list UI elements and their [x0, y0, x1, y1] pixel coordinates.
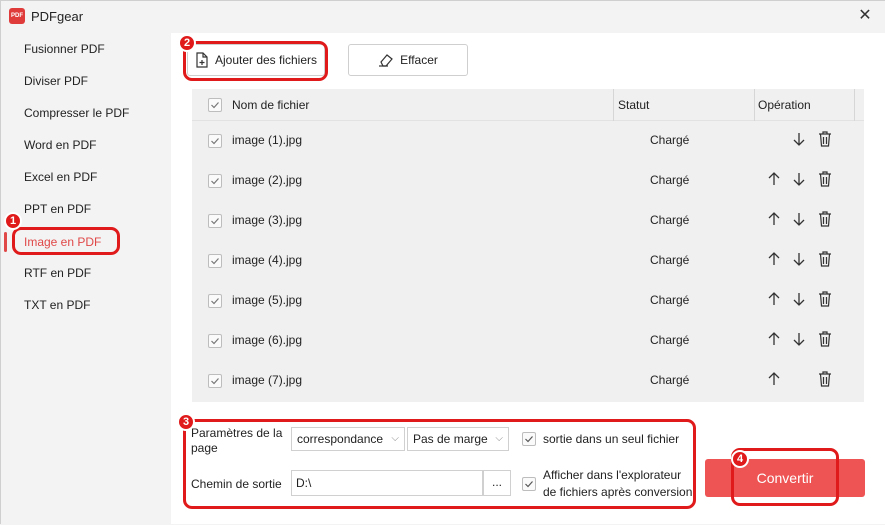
add-files-label: Ajouter des fichiers — [214, 53, 318, 67]
file-table: Nom de fichier Statut Opération image (1… — [192, 89, 864, 402]
move-down-icon[interactable] — [792, 171, 810, 189]
file-status: Chargé — [650, 213, 690, 227]
table-scrollbar[interactable] — [854, 121, 864, 402]
clear-label: Effacer — [400, 53, 438, 67]
column-divider[interactable] — [613, 89, 614, 121]
move-up-icon[interactable] — [767, 171, 785, 189]
app-title: PDFgear — [31, 9, 84, 24]
sidebar-item-txt-to-pdf[interactable]: TXT en PDF — [24, 294, 90, 316]
sidebar-item-image-to-pdf[interactable]: Image en PDF — [24, 231, 101, 253]
active-indicator — [4, 232, 7, 252]
table-header: Nom de fichier Statut Opération — [192, 89, 864, 121]
table-row[interactable]: image (7).jpg Chargé — [192, 361, 854, 401]
select-all-checkbox[interactable] — [208, 98, 222, 112]
trash-icon[interactable] — [818, 131, 836, 149]
page-fit-value: correspondance — [297, 432, 384, 446]
browse-button[interactable]: ... — [483, 470, 511, 496]
row-checkbox[interactable] — [208, 254, 222, 268]
table-row[interactable]: image (5).jpg Chargé — [192, 281, 854, 321]
table-row[interactable]: image (3).jpg Chargé — [192, 201, 854, 241]
file-status: Chargé — [650, 333, 690, 347]
add-file-icon — [196, 52, 208, 68]
sidebar-item-ppt-to-pdf[interactable]: PPT en PDF — [24, 198, 91, 220]
file-name: image (4).jpg — [232, 253, 303, 267]
trash-icon[interactable] — [818, 371, 836, 389]
column-operation[interactable]: Opération — [758, 89, 811, 121]
sidebar: Fusionner PDF Diviser PDF Compresser le … — [1, 33, 171, 525]
clear-button[interactable]: Effacer — [348, 44, 468, 76]
trash-icon[interactable] — [818, 211, 836, 229]
column-divider — [854, 89, 855, 121]
file-status: Chargé — [650, 133, 690, 147]
add-files-button[interactable]: Ajouter des fichiers — [187, 44, 325, 76]
sidebar-item-split[interactable]: Diviser PDF — [24, 70, 88, 92]
move-down-icon[interactable] — [792, 291, 810, 309]
table-row[interactable]: image (1).jpg Chargé — [192, 121, 854, 161]
single-file-checkbox[interactable] — [522, 432, 536, 446]
trash-icon[interactable] — [818, 291, 836, 309]
file-name: image (3).jpg — [232, 213, 303, 227]
move-down-icon[interactable] — [792, 131, 810, 149]
move-down-icon[interactable] — [792, 251, 810, 269]
step-badge: 3 — [177, 413, 195, 431]
trash-icon[interactable] — [818, 251, 836, 269]
chevron-down-icon: ⌵ — [391, 433, 399, 444]
close-icon[interactable]: ✕ — [856, 7, 874, 25]
file-name: image (1).jpg — [232, 133, 303, 147]
move-down-icon[interactable] — [792, 211, 810, 229]
open-explorer-label: Afficher dans l'explorateur de fichiers … — [543, 468, 693, 499]
margin-value: Pas de marge — [413, 432, 488, 446]
chevron-down-icon: ⌵ — [495, 433, 503, 444]
page-settings-label: Paramètres de la page — [191, 426, 283, 455]
file-status: Chargé — [650, 173, 690, 187]
sidebar-item-compress[interactable]: Compresser le PDF — [24, 102, 129, 124]
sidebar-item-merge[interactable]: Fusionner PDF — [24, 38, 105, 60]
row-checkbox[interactable] — [208, 134, 222, 148]
sidebar-item-rtf-to-pdf[interactable]: RTF en PDF — [24, 262, 91, 284]
move-up-icon[interactable] — [767, 251, 785, 269]
eraser-icon — [379, 54, 393, 67]
step-badge: 4 — [731, 450, 749, 468]
margin-select[interactable]: Pas de marge ⌵ — [407, 427, 509, 451]
table-row[interactable]: image (4).jpg Chargé — [192, 241, 854, 281]
step-badge: 1 — [4, 212, 22, 230]
convert-button[interactable]: Convertir — [705, 459, 865, 497]
trash-icon[interactable] — [818, 331, 836, 349]
move-up-icon[interactable] — [767, 291, 785, 309]
move-up-icon[interactable] — [767, 331, 785, 349]
column-status[interactable]: Statut — [618, 89, 649, 121]
column-divider[interactable] — [754, 89, 755, 121]
move-up-icon[interactable] — [767, 211, 785, 229]
row-checkbox[interactable] — [208, 374, 222, 388]
title-bar: PDF PDFgear ✕ — [1, 1, 885, 33]
open-explorer-checkbox[interactable] — [522, 477, 536, 491]
move-up-icon[interactable] — [767, 371, 785, 389]
sidebar-item-excel-to-pdf[interactable]: Excel en PDF — [24, 166, 97, 188]
table-row[interactable]: image (2).jpg Chargé — [192, 161, 854, 201]
move-down-icon[interactable] — [792, 331, 810, 349]
file-status: Chargé — [650, 253, 690, 267]
file-name: image (7).jpg — [232, 373, 303, 387]
file-name: image (5).jpg — [232, 293, 303, 307]
output-path-label: Chemin de sortie — [191, 477, 282, 491]
file-name: image (2).jpg — [232, 173, 303, 187]
file-name: image (6).jpg — [232, 333, 303, 347]
sidebar-item-word-to-pdf[interactable]: Word en PDF — [24, 134, 96, 156]
trash-icon[interactable] — [818, 171, 836, 189]
row-checkbox[interactable] — [208, 214, 222, 228]
row-checkbox[interactable] — [208, 174, 222, 188]
row-checkbox[interactable] — [208, 294, 222, 308]
single-file-label: sortie dans un seul fichier — [543, 432, 680, 446]
app-window: PDF PDFgear ✕ Fusionner PDF Diviser PDF … — [0, 0, 885, 525]
table-row[interactable]: image (6).jpg Chargé — [192, 321, 854, 361]
output-path-input[interactable]: D:\ — [291, 470, 483, 496]
page-fit-select[interactable]: correspondance ⌵ — [291, 427, 405, 451]
pdfgear-logo-icon: PDF — [9, 8, 25, 24]
row-checkbox[interactable] — [208, 334, 222, 348]
file-status: Chargé — [650, 373, 690, 387]
file-status: Chargé — [650, 293, 690, 307]
step-badge: 2 — [178, 34, 196, 52]
column-name[interactable]: Nom de fichier — [232, 89, 309, 121]
